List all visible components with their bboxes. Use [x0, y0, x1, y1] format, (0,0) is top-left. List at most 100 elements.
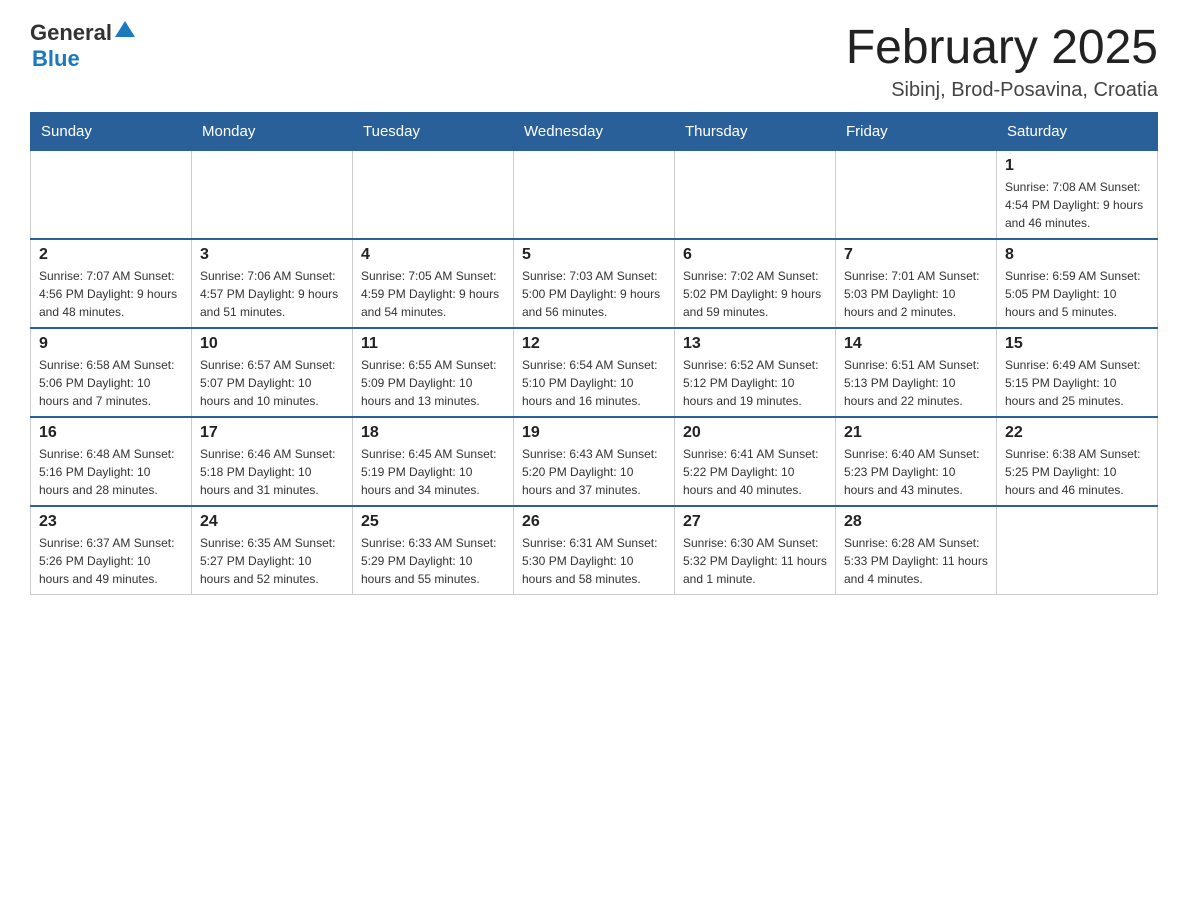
- logo: General Blue: [30, 20, 135, 72]
- day-info: Sunrise: 7:06 AM Sunset: 4:57 PM Dayligh…: [200, 267, 344, 321]
- day-number: 12: [522, 335, 666, 353]
- calendar-day-cell: 17 Sunrise: 6:46 AM Sunset: 5:18 PM Dayli…: [192, 417, 353, 506]
- day-info: Sunrise: 6:54 AM Sunset: 5:10 PM Dayligh…: [522, 356, 666, 410]
- day-info: Sunrise: 6:41 AM Sunset: 5:22 PM Dayligh…: [683, 445, 827, 499]
- day-info: Sunrise: 6:43 AM Sunset: 5:20 PM Dayligh…: [522, 445, 666, 499]
- calendar-week-row: 16Sunrise: 6:48 AM Sunset: 5:16 PM Dayli…: [31, 417, 1158, 506]
- day-number: 9: [39, 335, 183, 353]
- day-number: 26: [522, 513, 666, 531]
- day-info: Sunrise: 6:51 AM Sunset: 5:13 PM Dayligh…: [844, 356, 988, 410]
- calendar-week-row: 23 Sunrise: 6:37 AM Sunset: 5:26 PM Dayli…: [31, 506, 1158, 595]
- day-number: 16: [39, 424, 183, 442]
- title-section: February 2025 Sibinj, Brod-Posavina, Cro…: [846, 20, 1158, 102]
- day-info: Sunrise: 6:46 AM Sunset: 5:18 PM Dayligh…: [200, 445, 344, 499]
- day-number: 13: [683, 335, 827, 353]
- calendar-day-cell: [675, 151, 836, 240]
- day-number: 23: [39, 513, 183, 531]
- calendar-table: SundayMondayTuesdayWednesdayThursdayFrid…: [30, 112, 1158, 595]
- day-number: 10: [200, 335, 344, 353]
- day-info: Sunrise: 7:08 AM Sunset: 4:54 PM Dayligh…: [1005, 178, 1149, 232]
- day-number: 1: [1005, 157, 1149, 175]
- calendar-header-row: SundayMondayTuesdayWednesdayThursdayFrid…: [31, 113, 1158, 151]
- page-header: General Blue February 2025 Sibinj, Brod-…: [30, 20, 1158, 102]
- day-number: 19: [522, 424, 666, 442]
- calendar-day-cell: 12 Sunrise: 6:54 AM Sunset: 5:10 PM Dayli…: [514, 328, 675, 417]
- day-info: Sunrise: 6:30 AM Sunset: 5:32 PM Dayligh…: [683, 534, 827, 588]
- day-info: Sunrise: 6:59 AM Sunset: 5:05 PM Dayligh…: [1005, 267, 1149, 321]
- day-number: 28: [844, 513, 988, 531]
- calendar-day-cell: [31, 151, 192, 240]
- calendar-day-cell: 1 Sunrise: 7:08 AM Sunset: 4:54 PM Daylig…: [997, 151, 1158, 240]
- day-number: 6: [683, 246, 827, 264]
- day-number: 22: [1005, 424, 1149, 442]
- calendar-day-cell: 3 Sunrise: 7:06 AM Sunset: 4:57 PM Daylig…: [192, 239, 353, 328]
- calendar-day-cell: [192, 151, 353, 240]
- day-info: Sunrise: 7:03 AM Sunset: 5:00 PM Dayligh…: [522, 267, 666, 321]
- calendar-day-cell: 16Sunrise: 6:48 AM Sunset: 5:16 PM Dayli…: [31, 417, 192, 506]
- month-year-title: February 2025: [846, 20, 1158, 75]
- day-of-week-header: Monday: [192, 113, 353, 151]
- calendar-day-cell: 28 Sunrise: 6:28 AM Sunset: 5:33 PM Dayli…: [836, 506, 997, 595]
- day-number: 15: [1005, 335, 1149, 353]
- calendar-day-cell: 4 Sunrise: 7:05 AM Sunset: 4:59 PM Daylig…: [353, 239, 514, 328]
- day-number: 17: [200, 424, 344, 442]
- logo-blue-text: Blue: [32, 46, 80, 71]
- day-info: Sunrise: 6:58 AM Sunset: 5:06 PM Dayligh…: [39, 356, 183, 410]
- calendar-day-cell: 13 Sunrise: 6:52 AM Sunset: 5:12 PM Dayli…: [675, 328, 836, 417]
- day-number: 2: [39, 246, 183, 264]
- day-number: 8: [1005, 246, 1149, 264]
- day-info: Sunrise: 6:33 AM Sunset: 5:29 PM Dayligh…: [361, 534, 505, 588]
- calendar-day-cell: [353, 151, 514, 240]
- calendar-day-cell: 15 Sunrise: 6:49 AM Sunset: 5:15 PM Dayli…: [997, 328, 1158, 417]
- calendar-day-cell: 26Sunrise: 6:31 AM Sunset: 5:30 PM Dayli…: [514, 506, 675, 595]
- logo-general-text: General: [30, 20, 112, 46]
- day-number: 27: [683, 513, 827, 531]
- day-info: Sunrise: 6:57 AM Sunset: 5:07 PM Dayligh…: [200, 356, 344, 410]
- day-info: Sunrise: 7:05 AM Sunset: 4:59 PM Dayligh…: [361, 267, 505, 321]
- day-info: Sunrise: 6:45 AM Sunset: 5:19 PM Dayligh…: [361, 445, 505, 499]
- day-of-week-header: Wednesday: [514, 113, 675, 151]
- day-number: 11: [361, 335, 505, 353]
- calendar-day-cell: 10 Sunrise: 6:57 AM Sunset: 5:07 PM Dayli…: [192, 328, 353, 417]
- day-info: Sunrise: 6:52 AM Sunset: 5:12 PM Dayligh…: [683, 356, 827, 410]
- day-info: Sunrise: 7:01 AM Sunset: 5:03 PM Dayligh…: [844, 267, 988, 321]
- day-number: 3: [200, 246, 344, 264]
- day-info: Sunrise: 6:28 AM Sunset: 5:33 PM Dayligh…: [844, 534, 988, 588]
- day-number: 18: [361, 424, 505, 442]
- logo-triangle-icon: [115, 21, 135, 37]
- calendar-day-cell: 25 Sunrise: 6:33 AM Sunset: 5:29 PM Dayli…: [353, 506, 514, 595]
- calendar-day-cell: 19 Sunrise: 6:43 AM Sunset: 5:20 PM Dayli…: [514, 417, 675, 506]
- calendar-day-cell: 23 Sunrise: 6:37 AM Sunset: 5:26 PM Dayli…: [31, 506, 192, 595]
- day-number: 7: [844, 246, 988, 264]
- day-number: 4: [361, 246, 505, 264]
- calendar-day-cell: 21Sunrise: 6:40 AM Sunset: 5:23 PM Dayli…: [836, 417, 997, 506]
- calendar-week-row: 1 Sunrise: 7:08 AM Sunset: 4:54 PM Daylig…: [31, 151, 1158, 240]
- calendar-day-cell: [836, 151, 997, 240]
- day-info: Sunrise: 6:49 AM Sunset: 5:15 PM Dayligh…: [1005, 356, 1149, 410]
- calendar-day-cell: 6Sunrise: 7:02 AM Sunset: 5:02 PM Daylig…: [675, 239, 836, 328]
- day-info: Sunrise: 6:35 AM Sunset: 5:27 PM Dayligh…: [200, 534, 344, 588]
- calendar-day-cell: 24Sunrise: 6:35 AM Sunset: 5:27 PM Dayli…: [192, 506, 353, 595]
- calendar-week-row: 9 Sunrise: 6:58 AM Sunset: 5:06 PM Daylig…: [31, 328, 1158, 417]
- day-info: Sunrise: 6:37 AM Sunset: 5:26 PM Dayligh…: [39, 534, 183, 588]
- calendar-day-cell: 18 Sunrise: 6:45 AM Sunset: 5:19 PM Dayli…: [353, 417, 514, 506]
- day-of-week-header: Thursday: [675, 113, 836, 151]
- day-number: 21: [844, 424, 988, 442]
- day-number: 20: [683, 424, 827, 442]
- calendar-day-cell: 7 Sunrise: 7:01 AM Sunset: 5:03 PM Daylig…: [836, 239, 997, 328]
- day-info: Sunrise: 6:38 AM Sunset: 5:25 PM Dayligh…: [1005, 445, 1149, 499]
- calendar-day-cell: 11 Sunrise: 6:55 AM Sunset: 5:09 PM Dayli…: [353, 328, 514, 417]
- day-info: Sunrise: 6:55 AM Sunset: 5:09 PM Dayligh…: [361, 356, 505, 410]
- day-number: 5: [522, 246, 666, 264]
- day-of-week-header: Saturday: [997, 113, 1158, 151]
- day-of-week-header: Friday: [836, 113, 997, 151]
- calendar-day-cell: 9 Sunrise: 6:58 AM Sunset: 5:06 PM Daylig…: [31, 328, 192, 417]
- calendar-week-row: 2 Sunrise: 7:07 AM Sunset: 4:56 PM Daylig…: [31, 239, 1158, 328]
- calendar-day-cell: [514, 151, 675, 240]
- day-info: Sunrise: 7:07 AM Sunset: 4:56 PM Dayligh…: [39, 267, 183, 321]
- location-subtitle: Sibinj, Brod-Posavina, Croatia: [846, 79, 1158, 102]
- day-of-week-header: Tuesday: [353, 113, 514, 151]
- day-number: 14: [844, 335, 988, 353]
- calendar-day-cell: 22 Sunrise: 6:38 AM Sunset: 5:25 PM Dayli…: [997, 417, 1158, 506]
- day-number: 25: [361, 513, 505, 531]
